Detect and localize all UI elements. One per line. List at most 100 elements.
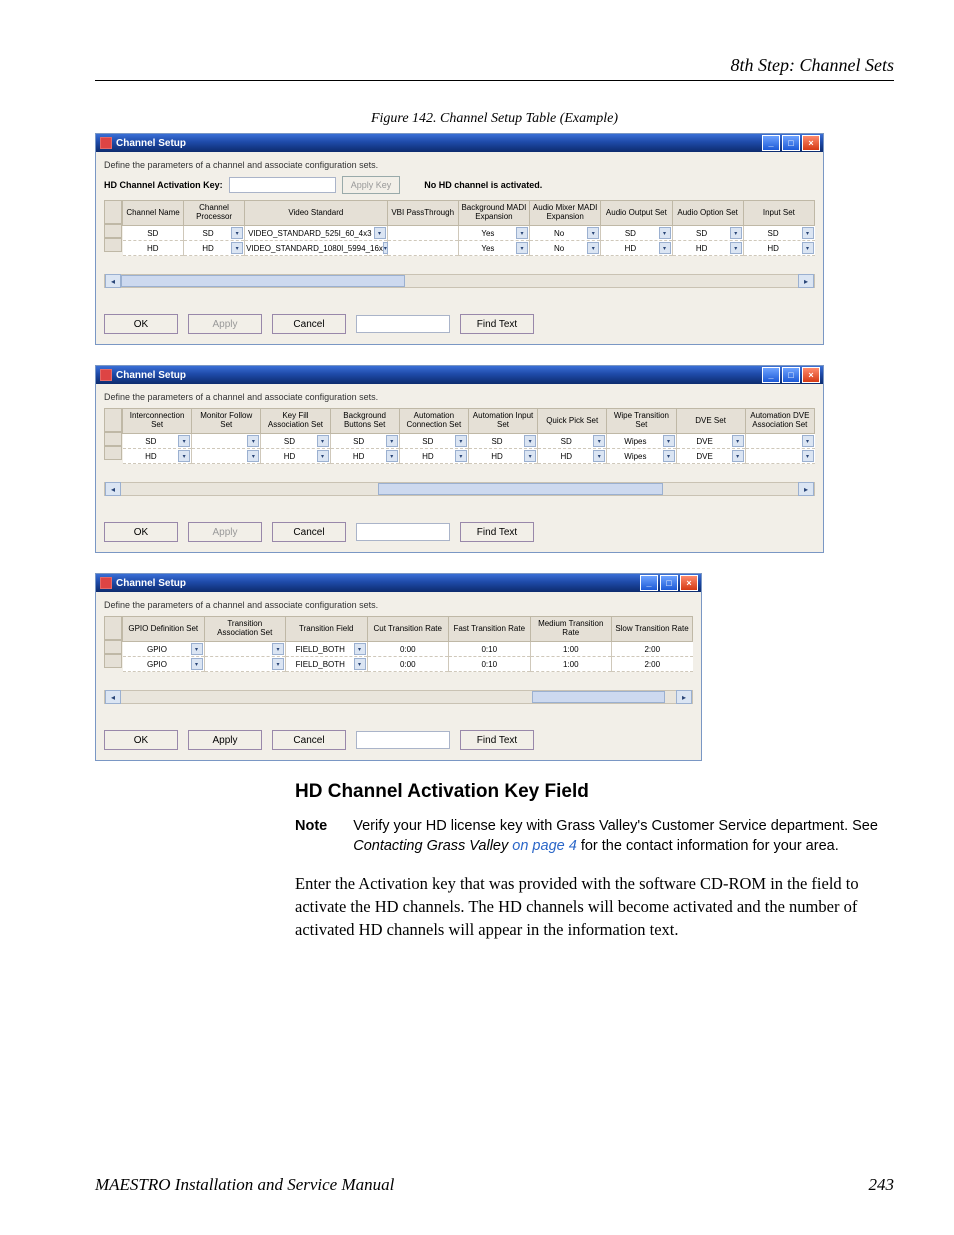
- col-header[interactable]: Transition Association Set: [204, 617, 286, 642]
- chevron-down-icon[interactable]: ▾: [802, 227, 814, 239]
- chevron-down-icon[interactable]: ▾: [802, 435, 814, 447]
- cell[interactable]: ▾: [745, 434, 814, 449]
- cell[interactable]: ▾: [204, 642, 286, 657]
- apply-button[interactable]: Apply: [188, 730, 262, 750]
- chevron-down-icon[interactable]: ▾: [730, 227, 742, 239]
- chevron-down-icon[interactable]: ▾: [587, 242, 599, 254]
- col-header[interactable]: Quick Pick Set: [538, 409, 607, 434]
- scroll-left-icon[interactable]: ◂: [105, 482, 121, 496]
- col-header[interactable]: DVE Set: [676, 409, 745, 434]
- col-header[interactable]: Channel Name: [123, 201, 184, 226]
- chevron-down-icon[interactable]: ▾: [354, 643, 366, 655]
- ok-button[interactable]: OK: [104, 730, 178, 750]
- cell-input-set[interactable]: SD▾: [743, 226, 814, 241]
- cell[interactable]: SD▾: [123, 434, 192, 449]
- find-text-input[interactable]: [356, 731, 450, 749]
- cell[interactable]: 2:00: [612, 642, 693, 657]
- chevron-down-icon[interactable]: ▾: [178, 435, 190, 447]
- maximize-button[interactable]: □: [782, 135, 800, 151]
- chevron-down-icon[interactable]: ▾: [247, 450, 259, 462]
- chevron-down-icon[interactable]: ▾: [663, 450, 675, 462]
- chevron-down-icon[interactable]: ▾: [659, 242, 671, 254]
- col-header[interactable]: Background Buttons Set: [330, 409, 399, 434]
- close-button[interactable]: ×: [802, 135, 820, 151]
- cell-vbi[interactable]: [387, 241, 458, 256]
- find-text-input[interactable]: [356, 315, 450, 333]
- cell[interactable]: 1:00: [530, 642, 612, 657]
- chevron-down-icon[interactable]: ▾: [178, 450, 190, 462]
- cell-vbi[interactable]: [387, 226, 458, 241]
- col-header[interactable]: Wipe Transition Set: [607, 409, 676, 434]
- cell[interactable]: ▾: [192, 434, 261, 449]
- col-header[interactable]: Automation DVE Association Set: [745, 409, 814, 434]
- cell[interactable]: 2:00: [612, 657, 693, 672]
- col-header[interactable]: Input Set: [743, 201, 814, 226]
- cell[interactable]: SD▾: [330, 434, 399, 449]
- chevron-down-icon[interactable]: ▾: [374, 227, 386, 239]
- chevron-down-icon[interactable]: ▾: [516, 227, 528, 239]
- col-header[interactable]: Medium Transition Rate: [530, 617, 612, 642]
- col-header[interactable]: GPIO Definition Set: [123, 617, 205, 642]
- horizontal-scrollbar[interactable]: ◂ ▸: [104, 274, 815, 288]
- col-header[interactable]: Audio Mixer MADI Expansion: [530, 201, 601, 226]
- chevron-down-icon[interactable]: ▾: [386, 435, 398, 447]
- scroll-right-icon[interactable]: ▸: [676, 690, 692, 704]
- maximize-button[interactable]: □: [782, 367, 800, 383]
- cell[interactable]: 0:10: [449, 642, 531, 657]
- cell-bg-madi[interactable]: Yes▾: [458, 241, 529, 256]
- hd-key-input[interactable]: [229, 177, 336, 193]
- cell[interactable]: SD▾: [399, 434, 468, 449]
- cell[interactable]: 1:00: [530, 657, 612, 672]
- apply-key-button[interactable]: Apply Key: [342, 176, 401, 194]
- chevron-down-icon[interactable]: ▾: [732, 435, 744, 447]
- minimize-button[interactable]: _: [762, 367, 780, 383]
- close-button[interactable]: ×: [680, 575, 698, 591]
- col-header[interactable]: Audio Option Set: [672, 201, 743, 226]
- col-header[interactable]: Cut Transition Rate: [367, 617, 449, 642]
- cell[interactable]: HD▾: [330, 449, 399, 464]
- cell-channel-name[interactable]: SD: [123, 226, 184, 241]
- apply-button[interactable]: Apply: [188, 314, 262, 334]
- col-header[interactable]: Slow Transition Rate: [612, 617, 693, 642]
- maximize-button[interactable]: □: [660, 575, 678, 591]
- row-handle[interactable]: [104, 446, 122, 460]
- col-header[interactable]: VBI PassThrough: [387, 201, 458, 226]
- scroll-right-icon[interactable]: ▸: [798, 274, 814, 288]
- ok-button[interactable]: OK: [104, 522, 178, 542]
- ok-button[interactable]: OK: [104, 314, 178, 334]
- chevron-down-icon[interactable]: ▾: [516, 242, 528, 254]
- chevron-down-icon[interactable]: ▾: [455, 450, 467, 462]
- cell[interactable]: 0:00: [367, 657, 449, 672]
- row-handle[interactable]: [104, 432, 122, 446]
- cell[interactable]: HD▾: [261, 449, 330, 464]
- cell-bg-madi[interactable]: Yes▾: [458, 226, 529, 241]
- cell-channel-name[interactable]: HD: [123, 241, 184, 256]
- cell[interactable]: FIELD_BOTH▾: [286, 657, 368, 672]
- apply-button[interactable]: Apply: [188, 522, 262, 542]
- chevron-down-icon[interactable]: ▾: [386, 450, 398, 462]
- chevron-down-icon[interactable]: ▾: [317, 435, 329, 447]
- col-header[interactable]: Channel Processor: [184, 201, 245, 226]
- cell-input-set[interactable]: HD▾: [743, 241, 814, 256]
- cell[interactable]: FIELD_BOTH▾: [286, 642, 368, 657]
- cell-video-standard[interactable]: VIDEO_STANDARD_525I_60_4x3▾: [245, 226, 387, 241]
- find-text-input[interactable]: [356, 523, 450, 541]
- row-handle[interactable]: [104, 238, 122, 252]
- chevron-down-icon[interactable]: ▾: [593, 435, 605, 447]
- cell-audio-option[interactable]: SD▾: [672, 226, 743, 241]
- cell[interactable]: DVE▾: [676, 434, 745, 449]
- cell[interactable]: SD▾: [468, 434, 537, 449]
- cell-channel-processor[interactable]: SD▾: [184, 226, 245, 241]
- scroll-left-icon[interactable]: ◂: [105, 690, 121, 704]
- cell[interactable]: 0:00: [367, 642, 449, 657]
- cell[interactable]: GPIO▾: [123, 642, 205, 657]
- cell-audio-output[interactable]: HD▾: [601, 241, 672, 256]
- find-text-button[interactable]: Find Text: [460, 522, 534, 542]
- chevron-down-icon[interactable]: ▾: [383, 242, 388, 254]
- chevron-down-icon[interactable]: ▾: [191, 643, 203, 655]
- window-titlebar[interactable]: Channel Setup _ □ ×: [96, 134, 823, 152]
- cell-am-madi[interactable]: No▾: [530, 226, 601, 241]
- chevron-down-icon[interactable]: ▾: [659, 227, 671, 239]
- row-handle[interactable]: [104, 640, 122, 654]
- cell[interactable]: HD▾: [123, 449, 192, 464]
